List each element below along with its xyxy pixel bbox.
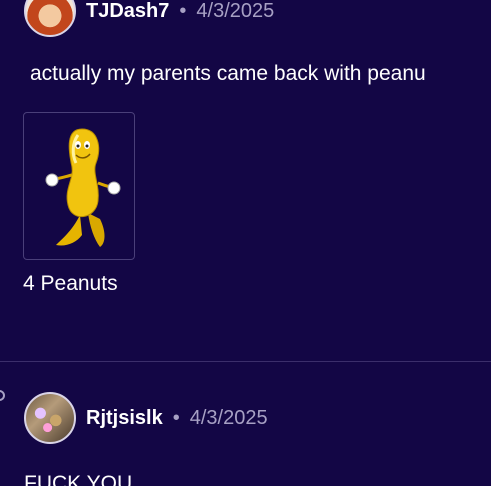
post-message: FUCK YOU (24, 472, 133, 486)
separator-dot: • (179, 0, 187, 22)
post-rjtjsislk: Rjtjsislk • 4/3/2025 FUCK YOU (0, 361, 491, 486)
post-date: 4/3/2025 (189, 406, 268, 429)
item-card[interactable] (23, 112, 135, 260)
avatar[interactable] (24, 392, 76, 444)
username[interactable]: TJDash7 (86, 0, 169, 23)
peanut-mascot-icon (45, 128, 121, 247)
separator-dot: • (172, 406, 180, 429)
post-message: actually my parents came back with peanu (30, 62, 426, 85)
username[interactable]: Rjtjsislk (86, 407, 163, 430)
post-header: TJDash7 • 4/3/2025 (24, 0, 274, 37)
post-date: 4/3/2025 (196, 0, 275, 22)
post-tjdash7: TJDash7 • 4/3/2025 actually my parents c… (0, 0, 491, 361)
item-caption: 4 Peanuts (23, 272, 118, 295)
reply-icon[interactable] (0, 390, 5, 401)
post-header: Rjtjsislk • 4/3/2025 (24, 392, 268, 444)
avatar[interactable] (24, 0, 76, 37)
